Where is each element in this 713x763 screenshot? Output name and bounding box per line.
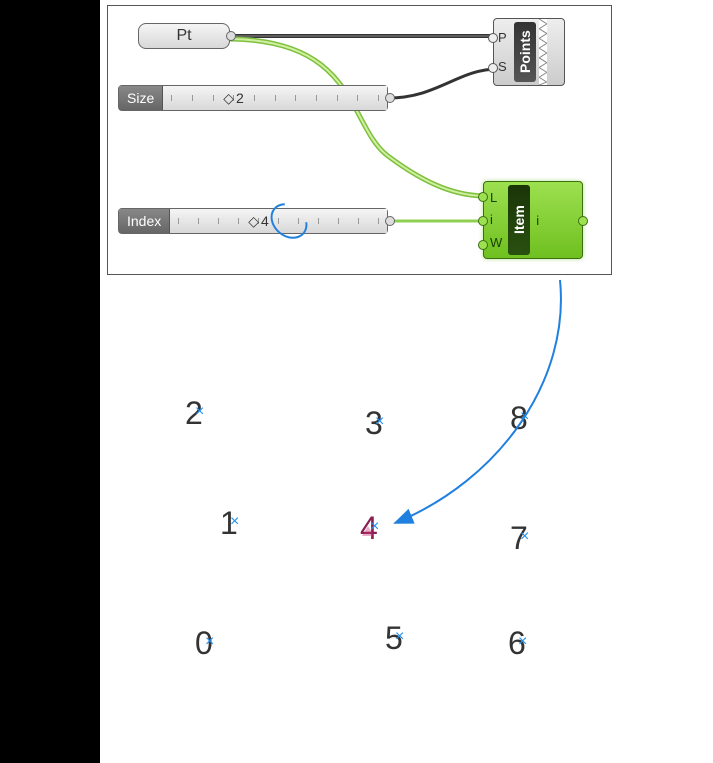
- item-input-w: W: [490, 235, 502, 250]
- item-input-l: L: [490, 190, 502, 205]
- grid-point-3: 3×: [365, 405, 383, 442]
- diamond-icon: ◇: [248, 213, 259, 230]
- points-input-s: S: [498, 59, 507, 74]
- points-label: Points: [514, 22, 536, 82]
- item-output-i: i: [536, 213, 539, 228]
- pt-label: Pt: [176, 27, 191, 45]
- size-slider-label: Size: [119, 86, 163, 110]
- point-marker-icon: ×: [395, 628, 404, 646]
- point-marker-icon: ×: [205, 633, 214, 651]
- pt-param[interactable]: Pt: [138, 23, 230, 49]
- grid-point-4: 4×: [360, 510, 378, 547]
- size-slider-handle[interactable]: ◇ 2: [223, 90, 244, 107]
- item-component[interactable]: L i W Item i: [483, 181, 583, 259]
- grid-point-2: 2×: [185, 395, 203, 432]
- point-marker-icon: ×: [230, 513, 239, 531]
- item-input-w-port[interactable]: [478, 240, 488, 250]
- size-value: 2: [236, 90, 244, 106]
- points-component[interactable]: P S Points: [493, 18, 565, 86]
- grid-point-7: 7×: [510, 520, 528, 557]
- size-slider[interactable]: Size ◇ 2: [118, 85, 388, 111]
- grid-point-5: 5×: [385, 620, 403, 657]
- point-marker-icon: ×: [195, 403, 204, 421]
- item-input-l-port[interactable]: [478, 192, 488, 202]
- index-slider-handle[interactable]: ◇ 4: [248, 213, 269, 230]
- grid-point-0: 0×: [195, 625, 213, 662]
- index-value: 4: [261, 213, 269, 229]
- points-input-p: P: [498, 30, 507, 45]
- item-input-i-port[interactable]: [478, 216, 488, 226]
- point-marker-icon: ×: [375, 413, 384, 431]
- grid-point-8: 8×: [510, 400, 528, 437]
- item-input-i: i: [490, 212, 502, 227]
- item-label: Item: [508, 185, 530, 255]
- point-marker-icon: ×: [520, 528, 529, 546]
- points-input-p-port[interactable]: [488, 33, 498, 43]
- index-highlight-circle: [263, 196, 314, 246]
- points-output-zigzag: [539, 19, 547, 85]
- grid-point-1: 1×: [220, 505, 238, 542]
- grasshopper-panel: Pt Size ◇ 2 Index ◇ 4: [107, 5, 612, 275]
- item-output-i-port[interactable]: [578, 216, 588, 226]
- grid-point-6: 6×: [508, 625, 526, 662]
- index-slider-label: Index: [119, 209, 170, 233]
- size-slider-track[interactable]: ◇ 2: [163, 86, 387, 110]
- diamond-icon: ◇: [223, 90, 234, 107]
- point-marker-icon: ×: [518, 633, 527, 651]
- index-slider[interactable]: Index ◇ 4: [118, 208, 388, 234]
- point-marker-icon: ×: [520, 408, 529, 426]
- points-input-s-port[interactable]: [488, 63, 498, 73]
- selected-point-marker: [362, 526, 374, 536]
